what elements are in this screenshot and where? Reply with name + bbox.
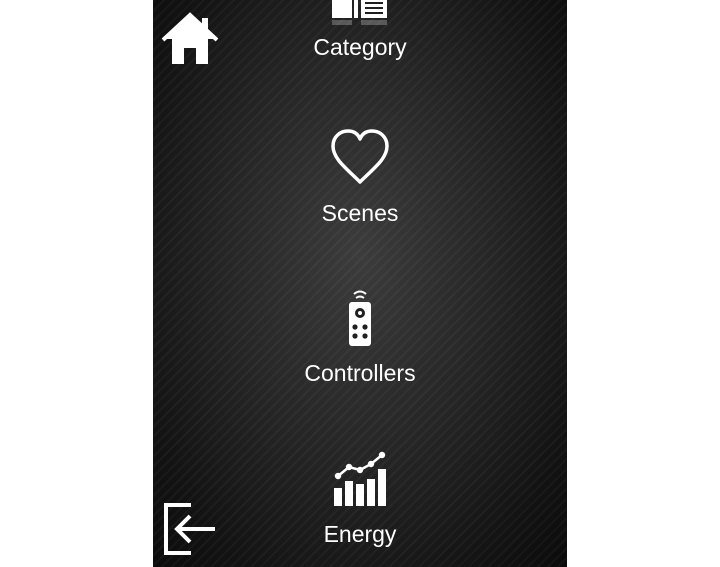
energy-chart-icon — [334, 451, 386, 506]
menu-item-label: Energy — [323, 521, 397, 547]
remote-control-icon — [349, 290, 371, 346]
menu-item-category[interactable]: Category — [260, 0, 460, 60]
menu-item-label: Scenes — [321, 200, 399, 226]
menu-item-label: Category — [313, 34, 407, 60]
home-icon — [161, 12, 219, 64]
heart-icon — [331, 129, 389, 184]
app-screen: Category Scenes Controllers Energy — [153, 0, 567, 567]
menu-item-controllers[interactable]: Controllers — [260, 288, 460, 386]
exit-icon — [164, 503, 215, 555]
home-button[interactable] — [161, 12, 219, 66]
menu-item-label: Controllers — [304, 360, 416, 386]
menu-item-energy[interactable]: Energy — [260, 448, 460, 547]
category-icon — [332, 0, 387, 25]
menu-item-scenes[interactable]: Scenes — [260, 128, 460, 226]
exit-button[interactable] — [163, 502, 219, 556]
